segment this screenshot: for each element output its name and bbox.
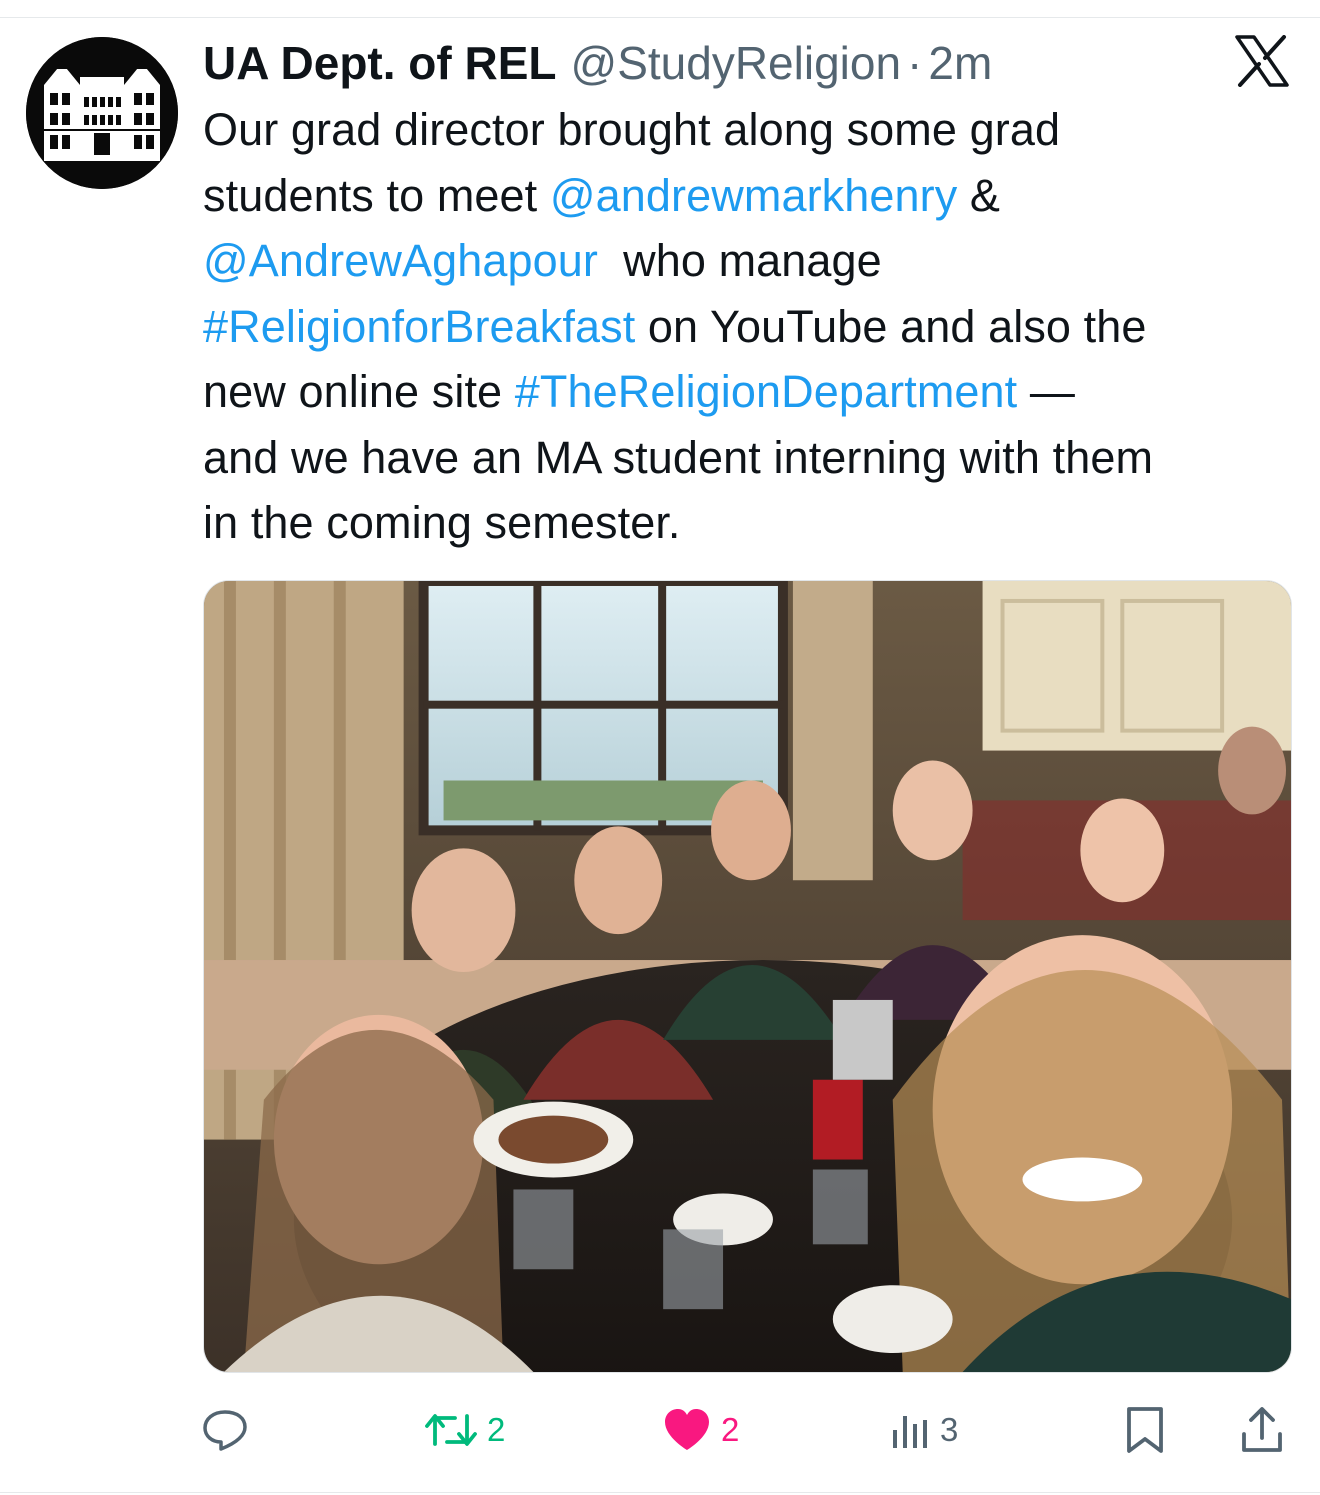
reply-icon: [203, 1410, 247, 1451]
building-facade-icon: [26, 37, 178, 189]
tweet-text-line: students to meet @andrewmarkhenry &: [203, 163, 1303, 229]
bookmark-button[interactable]: [1125, 1398, 1165, 1462]
x-logo-icon[interactable]: [1234, 35, 1290, 87]
tweet-text-segment: and we have an MA student interning with…: [203, 431, 1154, 483]
like-count: 2: [721, 1411, 740, 1448]
tweet-text-segment: —: [1017, 366, 1075, 417]
retweet-icon: [425, 1414, 477, 1446]
tweet-text-line: #ReligionforBreakfast on YouTube and als…: [203, 294, 1303, 360]
reply-button[interactable]: [202, 1398, 248, 1462]
analytics-icon: [893, 1416, 927, 1448]
share-icon: [1242, 1407, 1282, 1452]
views-count: 3: [940, 1411, 959, 1448]
tweet-text-segment: students to meet: [203, 169, 550, 221]
tweet-text-line: @AndrewAghapour who manage: [203, 228, 1303, 294]
tweet-text-segment: new online site: [203, 366, 515, 417]
bookmark-icon: [1127, 1407, 1163, 1453]
tweet-header: UA Dept. of REL @StudyReligion · 2m: [203, 36, 992, 92]
author-handle[interactable]: @StudyReligion: [571, 36, 902, 90]
heart-icon: [665, 1409, 709, 1450]
author-name[interactable]: UA Dept. of REL: [203, 36, 557, 90]
retweet-count: 2: [487, 1411, 506, 1448]
tweet-text: Our grad director brought along some gra…: [203, 97, 1303, 556]
avatar[interactable]: [26, 37, 178, 189]
timestamp[interactable]: 2m: [928, 36, 992, 90]
tweet-photo[interactable]: [203, 580, 1292, 1373]
hashtag-link[interactable]: #TheReligionDepartment: [515, 366, 1017, 417]
tweet-text-segment: &: [957, 169, 1001, 221]
tweet-text-segment: Our grad director brought along some gra…: [203, 104, 1061, 155]
tweet-text-segment: on YouTube and also the: [635, 300, 1147, 352]
action-bar: 2 2 3: [0, 1398, 1320, 1462]
bottom-divider: [0, 1492, 1320, 1493]
tweet-text-line: and we have an MA student interning with…: [203, 425, 1303, 491]
like-button[interactable]: 2: [663, 1398, 739, 1462]
separator-dot: ·: [907, 37, 923, 89]
mention-link[interactable]: @andrewmarkhenry: [550, 170, 957, 221]
tweet-text-segment: who manage: [597, 235, 882, 286]
retweet-button[interactable]: 2: [425, 1398, 505, 1462]
hashtag-link[interactable]: #ReligionforBreakfast: [203, 301, 635, 352]
tweet-text-line: Our grad director brought along some gra…: [203, 97, 1303, 163]
top-divider: [0, 17, 1320, 18]
tweet-text-line: new online site #TheReligionDepartment —: [203, 359, 1303, 425]
tweet-text-line: in the coming semester.: [203, 490, 1303, 556]
mention-link[interactable]: @AndrewAghapour: [203, 235, 598, 286]
group-selfie-photo: [204, 581, 1291, 1372]
tweet-text-segment: in the coming semester.: [203, 497, 681, 548]
share-button[interactable]: [1240, 1398, 1284, 1462]
views-button[interactable]: 3: [890, 1398, 958, 1462]
